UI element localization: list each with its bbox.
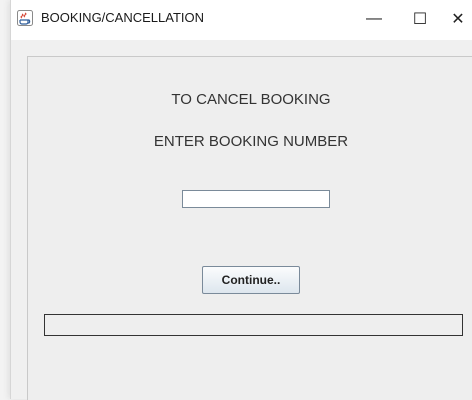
content-panel: TO CANCEL BOOKING ENTER BOOKING NUMBER C…: [27, 56, 472, 400]
maximize-button[interactable]: ☐: [397, 0, 443, 38]
heading-enter-booking-number: ENTER BOOKING NUMBER: [153, 133, 349, 150]
close-icon: ✕: [451, 11, 465, 28]
continue-button[interactable]: Continue..: [202, 266, 300, 294]
maximize-icon: ☐: [412, 11, 428, 28]
java-app-icon: [17, 10, 33, 26]
minimize-button[interactable]: —: [351, 0, 397, 38]
minimize-icon: —: [366, 10, 382, 27]
status-field: [44, 314, 463, 336]
title-bar[interactable]: BOOKING/CANCELLATION — ☐ ✕: [11, 0, 472, 40]
close-button[interactable]: ✕: [443, 0, 472, 38]
heading-cancel-booking: TO CANCEL BOOKING: [171, 91, 331, 108]
window-title: BOOKING/CANCELLATION: [41, 10, 205, 25]
app-window: BOOKING/CANCELLATION — ☐ ✕ TO CANCEL BOO…: [10, 0, 472, 400]
booking-number-input[interactable]: [182, 190, 330, 208]
